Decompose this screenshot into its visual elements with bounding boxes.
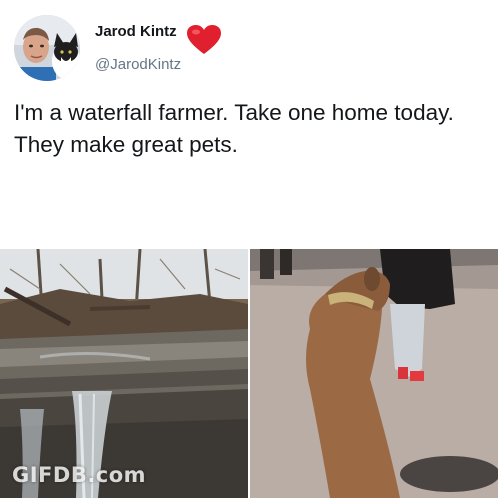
author-handle[interactable]: @JarodKintz <box>95 56 181 73</box>
author-name[interactable]: Jarod Kintz <box>95 23 177 40</box>
waterfall-photo[interactable] <box>0 249 248 498</box>
tweet-card: Jarod Kintz @JarodKintz I'm a waterfall … <box>0 0 498 498</box>
dog-photo[interactable] <box>250 249 498 498</box>
waterfall-image-icon <box>0 249 248 498</box>
tweet-text: I'm a waterfall farmer. Take one home to… <box>14 100 454 157</box>
watermark: GIFDB.com <box>12 463 147 487</box>
dog-image-icon <box>250 249 498 498</box>
profile-photo-icon <box>14 15 80 81</box>
heart-icon <box>187 25 221 54</box>
avatar[interactable] <box>14 15 80 81</box>
